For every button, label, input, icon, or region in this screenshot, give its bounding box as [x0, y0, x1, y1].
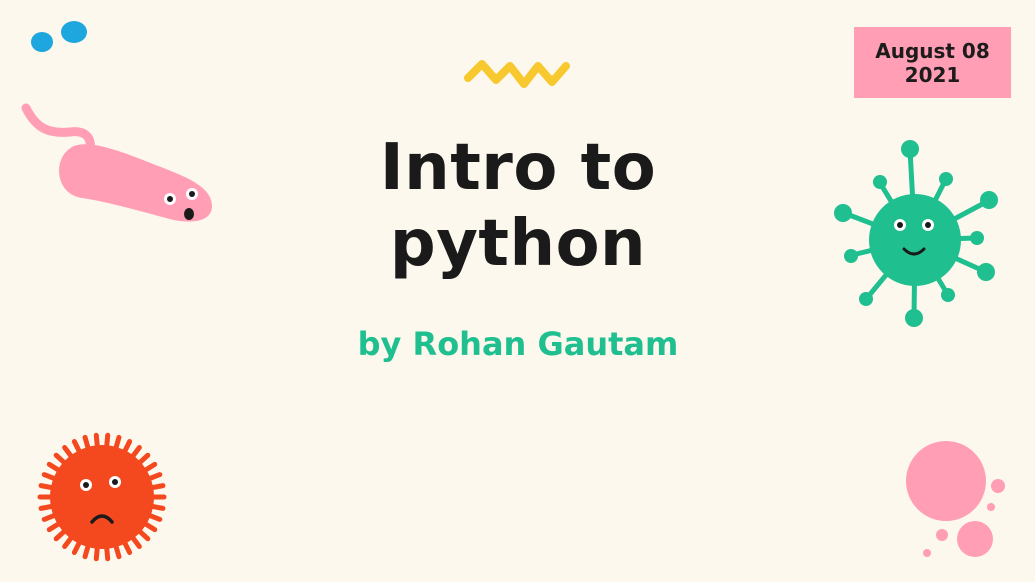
squiggle-icon [464, 60, 570, 88]
slide-subtitle: by Rohan Gautam [357, 325, 679, 363]
date-line-2: 2021 [904, 62, 961, 87]
title-line-2: python [389, 207, 647, 281]
slide: August 08 2021 Intro to python by Rohan … [0, 0, 1035, 582]
green-virus-icon [834, 140, 998, 327]
dots-icon [31, 21, 87, 52]
date-badge: August 08 2021 [854, 27, 1011, 98]
red-germ-icon [37, 432, 167, 562]
pink-bubbles-icon [906, 441, 1005, 557]
slide-title: Intro to python [300, 130, 736, 282]
pink-worm-icon [21, 103, 212, 222]
title-line-1: Intro to [379, 131, 657, 205]
date-line-1: August 08 [875, 38, 990, 63]
